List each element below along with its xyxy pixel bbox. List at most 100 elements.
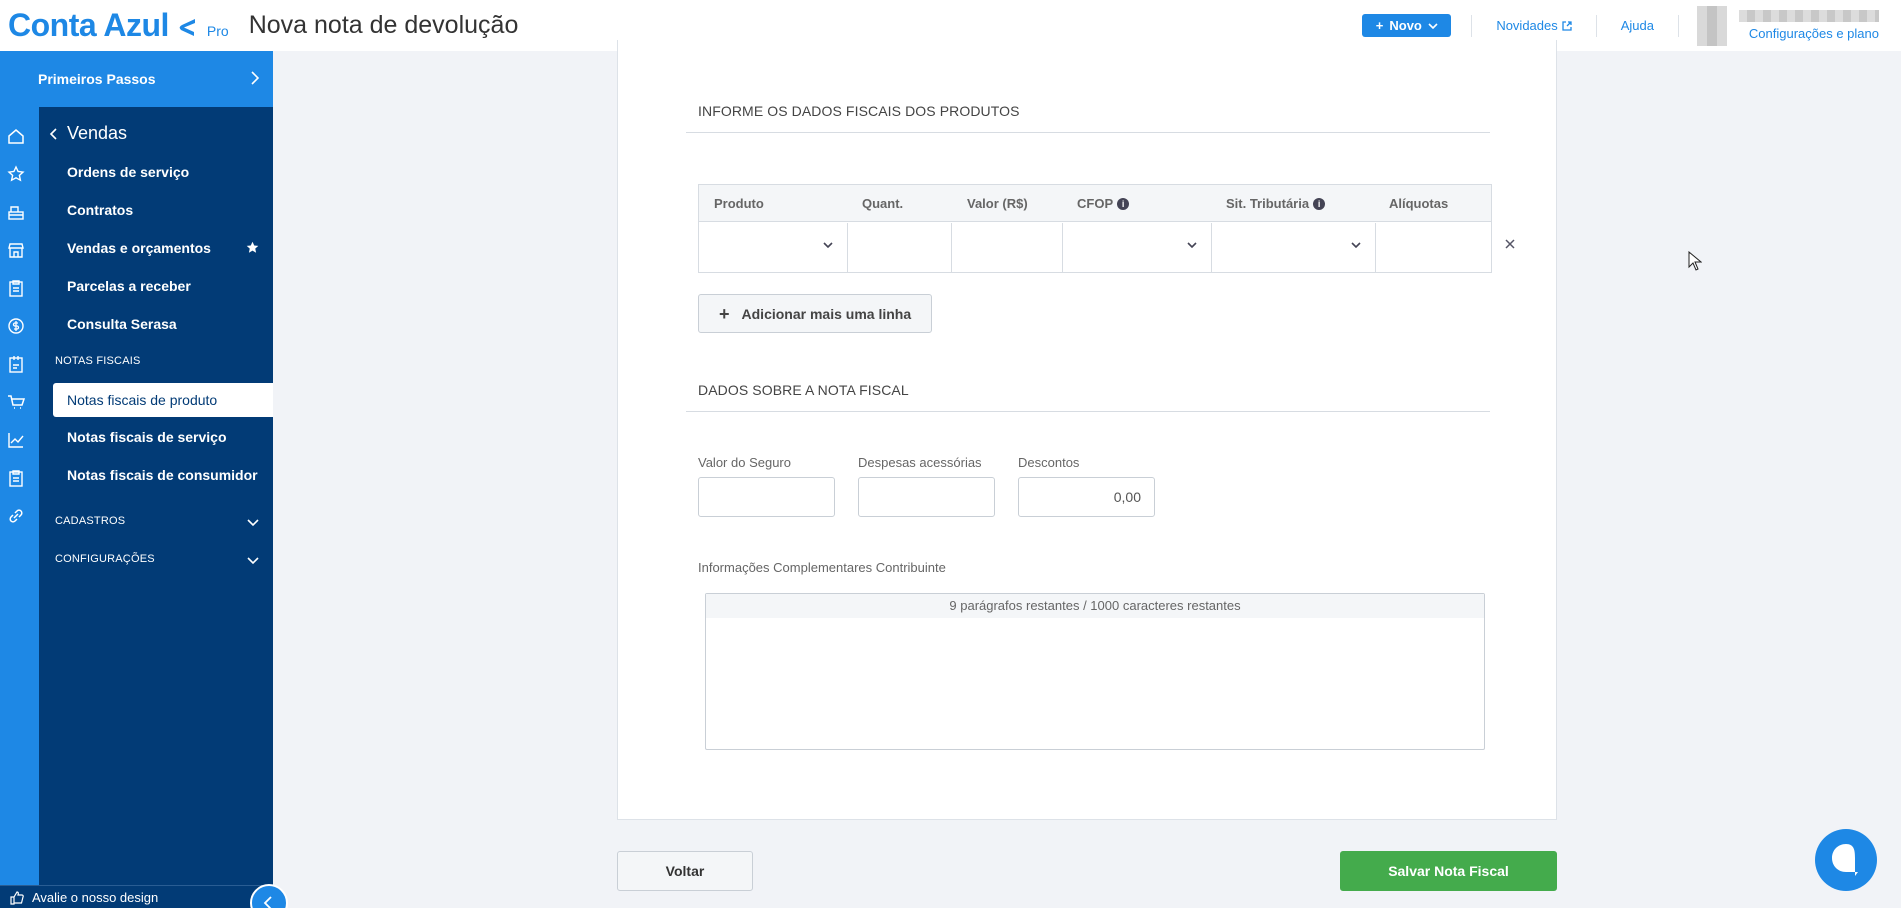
help-link-label: Ajuda — [1620, 18, 1654, 33]
chat-bubble-icon — [1832, 844, 1858, 876]
sidebar-section-vendas[interactable]: Vendas — [49, 123, 127, 144]
cart-icon[interactable] — [7, 393, 25, 411]
home-icon[interactable] — [7, 127, 25, 145]
chevron-down-icon — [247, 519, 259, 527]
info-textarea[interactable]: 9 parágrafos restantes / 1000 caracteres… — [705, 593, 1485, 750]
sidebar-group-cadastros[interactable]: CADASTROS — [55, 515, 125, 527]
user-name-redacted — [1739, 10, 1879, 22]
col-quantidade: Quant. — [862, 196, 904, 211]
sidebar-group-configuracoes[interactable]: CONFIGURAÇÕES — [55, 553, 155, 565]
cfop-select[interactable] — [1063, 223, 1212, 273]
chevron-down-icon — [247, 557, 259, 565]
dollar-icon[interactable] — [7, 317, 25, 335]
first-steps-banner[interactable]: Primeiros Passos — [0, 51, 273, 107]
form-card: INFORME OS DADOS FISCAIS DOS PRODUTOS Pr… — [617, 40, 1557, 820]
document-icon[interactable] — [7, 469, 25, 487]
chevron-down-icon — [1351, 242, 1361, 248]
chevron-down-icon — [1428, 22, 1438, 29]
divider — [1678, 14, 1679, 37]
section-divider — [686, 411, 1490, 412]
sidebar-item-ordens-servico[interactable]: Ordens de serviço — [67, 164, 189, 180]
add-line-label: Adicionar mais uma linha — [741, 305, 912, 322]
new-button[interactable]: + Novo — [1362, 14, 1452, 37]
logo[interactable]: Conta Azul Pro — [8, 7, 249, 44]
products-table: Produto Quant. Valor (R$) CFOP i Sit. Tr… — [698, 184, 1492, 273]
discount-label: Descontos — [1018, 455, 1080, 470]
plus-icon: + — [1375, 18, 1384, 33]
col-valor: Valor (R$) — [967, 196, 1028, 211]
remove-row-icon[interactable] — [1505, 239, 1515, 249]
col-produto: Produto — [714, 196, 764, 211]
expenses-input[interactable] — [858, 477, 995, 517]
add-line-button[interactable]: + Adicionar mais uma linha — [698, 294, 932, 333]
first-steps-label: Primeiros Passos — [38, 71, 156, 87]
news-link[interactable]: Novidades — [1472, 18, 1595, 33]
char-counter: 9 parágrafos restantes / 1000 caracteres… — [706, 594, 1484, 618]
chevron-down-icon — [823, 242, 833, 248]
mouse-cursor-icon — [1688, 251, 1702, 271]
sidebar-item-consulta-serasa[interactable]: Consulta Serasa — [67, 316, 177, 332]
discount-input[interactable]: 0,00 — [1018, 477, 1155, 517]
user-text: Configurações e plano — [1739, 10, 1879, 41]
avatar — [1697, 5, 1727, 46]
clipboard-icon[interactable] — [7, 279, 25, 297]
sidebar-item-nf-servico[interactable]: Notas fiscais de serviço — [67, 429, 227, 445]
logo-mark-icon — [179, 19, 195, 36]
sidebar-collapse-button[interactable] — [250, 884, 288, 908]
settings-and-plan-link[interactable]: Configurações e plano — [1749, 26, 1879, 41]
chevron-left-icon — [263, 896, 272, 908]
table-header: Produto Quant. Valor (R$) CFOP i Sit. Tr… — [699, 185, 1491, 222]
info-icon[interactable]: i — [1117, 197, 1130, 210]
insurance-input[interactable] — [698, 477, 835, 517]
sidebar-item-vendas-orcamentos[interactable]: Vendas e orçamentos — [67, 240, 211, 256]
sidebar-section-label: Vendas — [67, 123, 128, 143]
info-icon[interactable]: i — [1313, 197, 1326, 210]
col-cfop: CFOP i — [1077, 196, 1130, 211]
new-button-label: Novo — [1389, 18, 1422, 33]
news-link-label: Novidades — [1496, 18, 1558, 33]
star-icon[interactable] — [7, 165, 25, 183]
back-button[interactable]: Voltar — [617, 851, 753, 891]
external-link-icon — [1562, 20, 1572, 31]
chevron-left-icon — [49, 127, 57, 140]
sit-tributaria-select[interactable] — [1212, 223, 1376, 273]
cash-register-icon[interactable] — [7, 203, 25, 221]
info-label: Informações Complementares Contribuinte — [698, 560, 946, 575]
page-title: Nova nota de devolução — [248, 11, 519, 39]
save-invoice-button[interactable]: Salvar Nota Fiscal — [1340, 851, 1557, 891]
plan-badge: Pro — [206, 23, 229, 39]
chevron-down-icon — [1187, 242, 1197, 248]
sidebar: Primeiros Passos Vendas Ordens de serviç… — [0, 51, 273, 908]
sidebar-item-nf-consumidor[interactable]: Notas fiscais de consumidor — [67, 467, 258, 483]
plus-icon: + — [719, 303, 730, 324]
insurance-label: Valor do Seguro — [698, 455, 791, 470]
help-link[interactable]: Ajuda — [1597, 18, 1678, 33]
produto-select[interactable] — [699, 223, 848, 273]
col-aliquotas: Alíquotas — [1389, 196, 1449, 211]
col-cfop-label: CFOP — [1077, 196, 1114, 211]
section-divider — [686, 132, 1490, 133]
link-icon[interactable] — [7, 507, 25, 525]
invoice-icon[interactable] — [7, 355, 25, 373]
sidebar-item-parcelas-receber[interactable]: Parcelas a receber — [67, 278, 191, 294]
sidebar-item-label: Notas fiscais de produto — [67, 392, 218, 408]
chart-icon[interactable] — [7, 431, 25, 449]
logo-text: Conta Azul — [8, 7, 169, 43]
valor-input[interactable] — [952, 223, 1063, 273]
favorite-star-icon[interactable] — [246, 241, 259, 254]
products-section-title: INFORME OS DADOS FISCAIS DOS PRODUTOS — [698, 103, 1020, 119]
invoice-section-title: DADOS SOBRE A NOTA FISCAL — [698, 382, 909, 398]
user-menu[interactable]: Configurações e plano — [1697, 5, 1879, 46]
sidebar-item-nf-produto[interactable]: Notas fiscais de produto — [53, 383, 273, 417]
quantidade-input[interactable] — [848, 223, 952, 273]
sidebar-group-notas-fiscais: NOTAS FISCAIS — [55, 355, 141, 367]
thumbs-up-icon — [10, 891, 24, 905]
chat-widget-button[interactable] — [1815, 829, 1877, 891]
col-sit-tributaria-label: Sit. Tributária — [1226, 196, 1310, 211]
sidebar-item-contratos[interactable]: Contratos — [67, 202, 133, 218]
store-icon[interactable] — [7, 241, 25, 259]
expenses-label: Despesas acessórias — [858, 455, 982, 470]
feedback-link[interactable]: Avalie o nosso design — [0, 885, 273, 908]
aliquotas-input[interactable] — [1376, 223, 1491, 273]
col-sit-tributaria: Sit. Tributária i — [1226, 196, 1326, 211]
